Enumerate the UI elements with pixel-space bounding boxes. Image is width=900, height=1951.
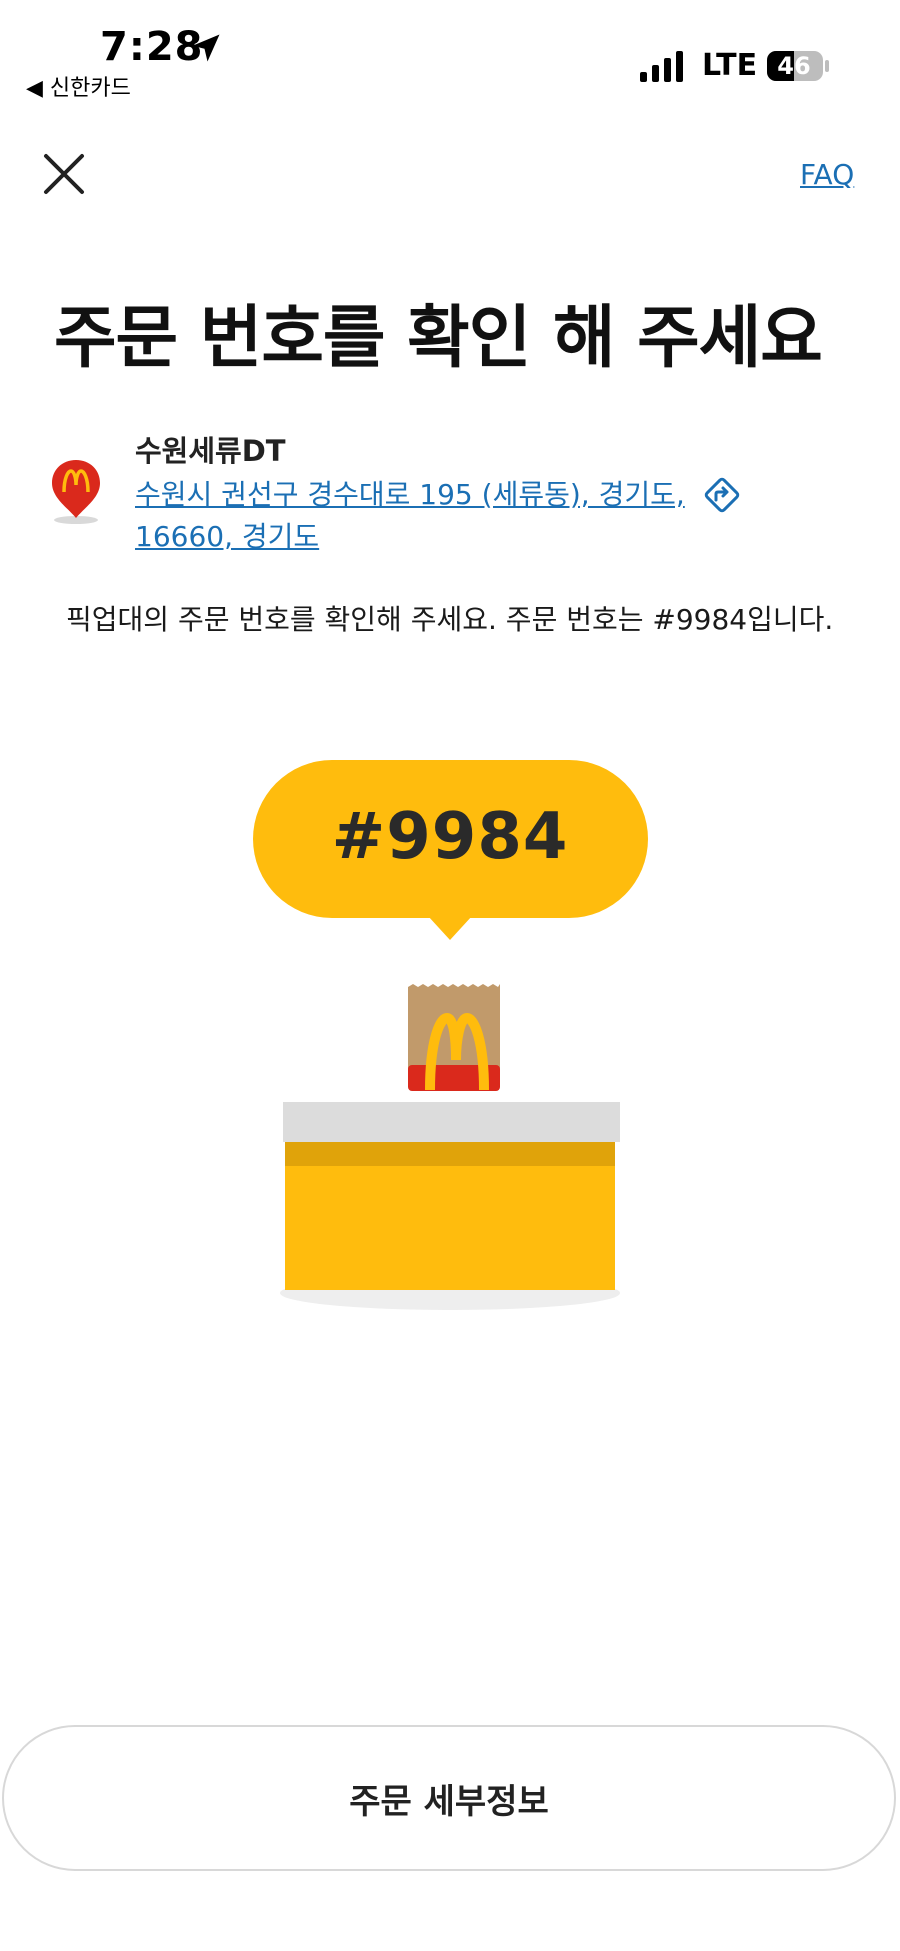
- directions-icon[interactable]: [700, 473, 744, 517]
- mcdonalds-pin-icon: [52, 460, 100, 524]
- mcdonalds-bag-icon: [408, 984, 500, 1091]
- back-to-app-link[interactable]: ◀ 신한카드: [26, 70, 131, 102]
- page-title: 주문 번호를 확인 해 주세요: [54, 299, 823, 378]
- order-details-button[interactable]: 주문 세부정보: [2, 1725, 896, 1871]
- faq-link[interactable]: FAQ: [800, 158, 854, 191]
- pickup-instructions: 픽업대의 주문 번호를 확인해 주세요. 주문 번호는 #9984입니다.: [66, 603, 834, 636]
- store-name: 수원세류DT: [135, 434, 286, 468]
- network-type: LTE: [702, 48, 758, 83]
- cellular-signal-icon: [640, 51, 683, 82]
- close-icon[interactable]: [40, 150, 88, 198]
- order-number: #9984: [331, 800, 569, 874]
- battery-level: 46: [777, 52, 811, 80]
- location-arrow-icon: [192, 34, 220, 62]
- store-address-link[interactable]: 수원시 권선구 경수대로 195 (세류동), 경기도, 16660, 경기도: [135, 474, 695, 558]
